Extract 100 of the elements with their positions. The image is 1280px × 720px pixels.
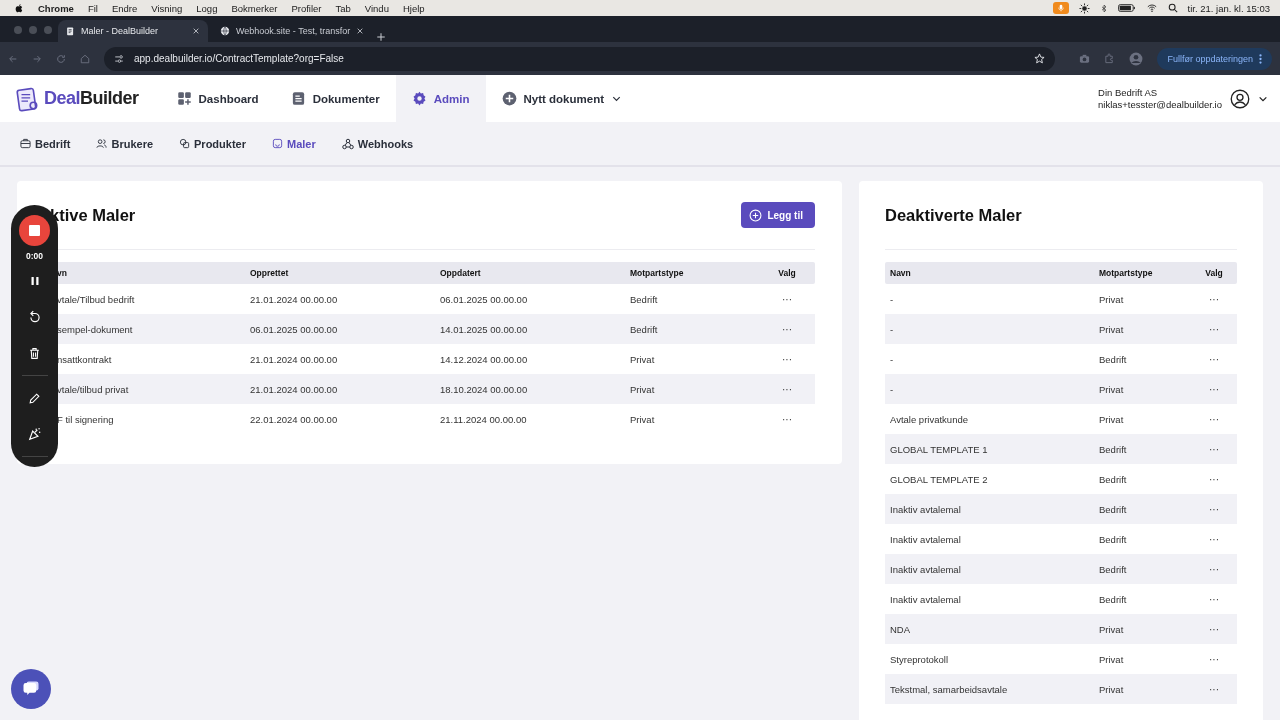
row-menu-button[interactable]: ··· [780, 323, 794, 335]
page-icon [66, 25, 75, 37]
webhook-icon [341, 137, 354, 150]
menu-item[interactable]: Profiler [291, 2, 322, 14]
menu-item[interactable]: Bokmerker [231, 2, 278, 14]
table-cell-text: Privat [1098, 683, 1125, 695]
mic-glyph-icon [1056, 3, 1065, 13]
grid-icon [176, 91, 192, 106]
menu-item[interactable]: Tab [335, 2, 351, 14]
row-menu-button[interactable]: ··· [1207, 323, 1221, 335]
row-menu-button[interactable]: ··· [1207, 623, 1221, 635]
close-icon [356, 27, 365, 35]
table-cell-text: sempel-dokument [56, 323, 134, 335]
reload-icon [56, 53, 66, 64]
row-menu-button[interactable]: ··· [780, 353, 794, 365]
row-menu-button[interactable]: ··· [1207, 473, 1221, 485]
table-cell-text: vtale/Tilbud bedrift [56, 293, 136, 305]
new-tab-icon [376, 32, 387, 42]
table-cell-text: Bedrift [1098, 503, 1128, 515]
table-cell-text: Tekstmal, samarbeidsavtale [889, 683, 1009, 695]
home-icon [80, 53, 90, 64]
sun-icon [1078, 2, 1090, 14]
menu-item[interactable]: Visning [151, 2, 183, 14]
table-cell-text: - [889, 323, 895, 335]
puzzle-icon [1104, 53, 1116, 64]
row-menu-button[interactable]: ··· [780, 293, 794, 305]
table-cell-text: Privat [629, 413, 656, 425]
row-menu-button[interactable]: ··· [1207, 563, 1221, 575]
table-cell-text: Privat [1098, 383, 1125, 395]
table-cell-text: 21.01.2024 00.00.00 [249, 293, 339, 305]
table-cell-text: 14.01.2025 00.00.00 [439, 323, 529, 335]
chat-button[interactable] [11, 669, 51, 709]
table-cell-text: - [889, 383, 895, 395]
stop-button[interactable] [19, 215, 50, 246]
column-header: Motpartstype [1098, 268, 1154, 278]
apple-icon [14, 2, 24, 14]
row-menu-button[interactable]: ··· [1207, 683, 1221, 695]
menu-item[interactable]: Endre [111, 2, 138, 14]
column-header: Opprettet [249, 268, 290, 278]
row-menu-button[interactable]: ··· [1207, 293, 1221, 305]
row-menu-button[interactable]: ··· [780, 413, 794, 425]
table-cell-text: Privat [1098, 323, 1125, 335]
row-menu-button[interactable]: ··· [1207, 503, 1221, 515]
shapes-icon [179, 138, 191, 149]
row-menu-button[interactable]: ··· [780, 383, 794, 395]
browser-tab[interactable]: Webhook.site - Test, transfor [212, 20, 373, 42]
table-cell-text: Privat [1098, 413, 1125, 425]
row-menu-button[interactable]: ··· [1207, 413, 1221, 425]
row-menu-button[interactable]: ··· [1207, 653, 1221, 665]
user-avatar-icon [1230, 88, 1250, 109]
wifi-icon [1145, 3, 1158, 13]
subnav-tab[interactable]: Maler [264, 133, 324, 154]
browser-tab[interactable]: Maler - DealBuilder [58, 20, 208, 42]
address-bar[interactable]: app.dealbuilder.io/ContractTemplate?org=False [104, 46, 1056, 71]
table-cell-text: NDA [889, 623, 912, 635]
briefcase-icon [20, 138, 31, 149]
row-menu-button[interactable]: ··· [1207, 353, 1221, 365]
row-menu-button[interactable]: ··· [1207, 593, 1221, 605]
table-cell-text: Bedrift [629, 293, 659, 305]
party-popper-icon [27, 427, 42, 441]
menu-item[interactable]: Logg [196, 2, 218, 14]
nav-tab[interactable]: Nytt dokument [485, 75, 638, 122]
table-cell-text: Bedrift [1098, 563, 1128, 575]
column-header: Oppdatert [439, 268, 482, 278]
table-cell-text: Privat [629, 353, 656, 365]
menu-item[interactable]: Chrome [38, 2, 74, 14]
plus-circle-icon [749, 208, 763, 222]
row-menu-button[interactable]: ··· [1207, 533, 1221, 545]
table-cell-text: Avtale privatkunde [889, 413, 969, 425]
nav-tab[interactable]: Admin [395, 75, 486, 122]
undo-icon [27, 310, 42, 324]
row-menu-button[interactable]: ··· [1207, 383, 1221, 395]
subnav-tab[interactable]: Bedrift [12, 133, 79, 154]
menu-item[interactable]: Vindu [364, 2, 389, 14]
camera-icon [1079, 53, 1091, 64]
table-cell-text: Inaktiv avtalemal [889, 503, 962, 515]
row-menu-button[interactable]: ··· [1207, 443, 1221, 455]
table-cell-text: 14.12.2024 00.00.00 [439, 353, 529, 365]
clock: tir. 21. jan. kl. 15:03 [1187, 2, 1270, 14]
table-cell-text: Privat [1098, 293, 1125, 305]
gear-icon [411, 91, 427, 106]
subnav-tab[interactable]: Webhooks [333, 133, 422, 154]
column-header: Navn [889, 268, 912, 278]
table-cell-text: Bedrift [1098, 353, 1128, 365]
table-cell-text: 21.11.2024 00.00.00 [439, 413, 528, 425]
menu-item[interactable]: Hjelp [402, 2, 425, 14]
battery-icon [1117, 3, 1136, 13]
nav-tab[interactable]: Dokumenter [274, 75, 396, 122]
subnav-tab[interactable]: Produkter [171, 133, 254, 154]
logo-icon [16, 85, 40, 112]
menu-item[interactable]: Fil [87, 2, 98, 14]
table-cell-text: Bedrift [1098, 443, 1128, 455]
pencil-icon [28, 391, 41, 405]
update-button[interactable]: Fullfør oppdateringen [1157, 47, 1272, 70]
add-button[interactable]: Legg til [741, 202, 815, 228]
search-icon [1167, 3, 1178, 13]
table-cell-text: Inaktiv avtalemal [889, 593, 962, 605]
nav-tab[interactable]: Dashboard [160, 75, 275, 122]
subnav-tab[interactable]: Brukere [88, 133, 162, 154]
table-cell-text: Bedrift [1098, 593, 1128, 605]
